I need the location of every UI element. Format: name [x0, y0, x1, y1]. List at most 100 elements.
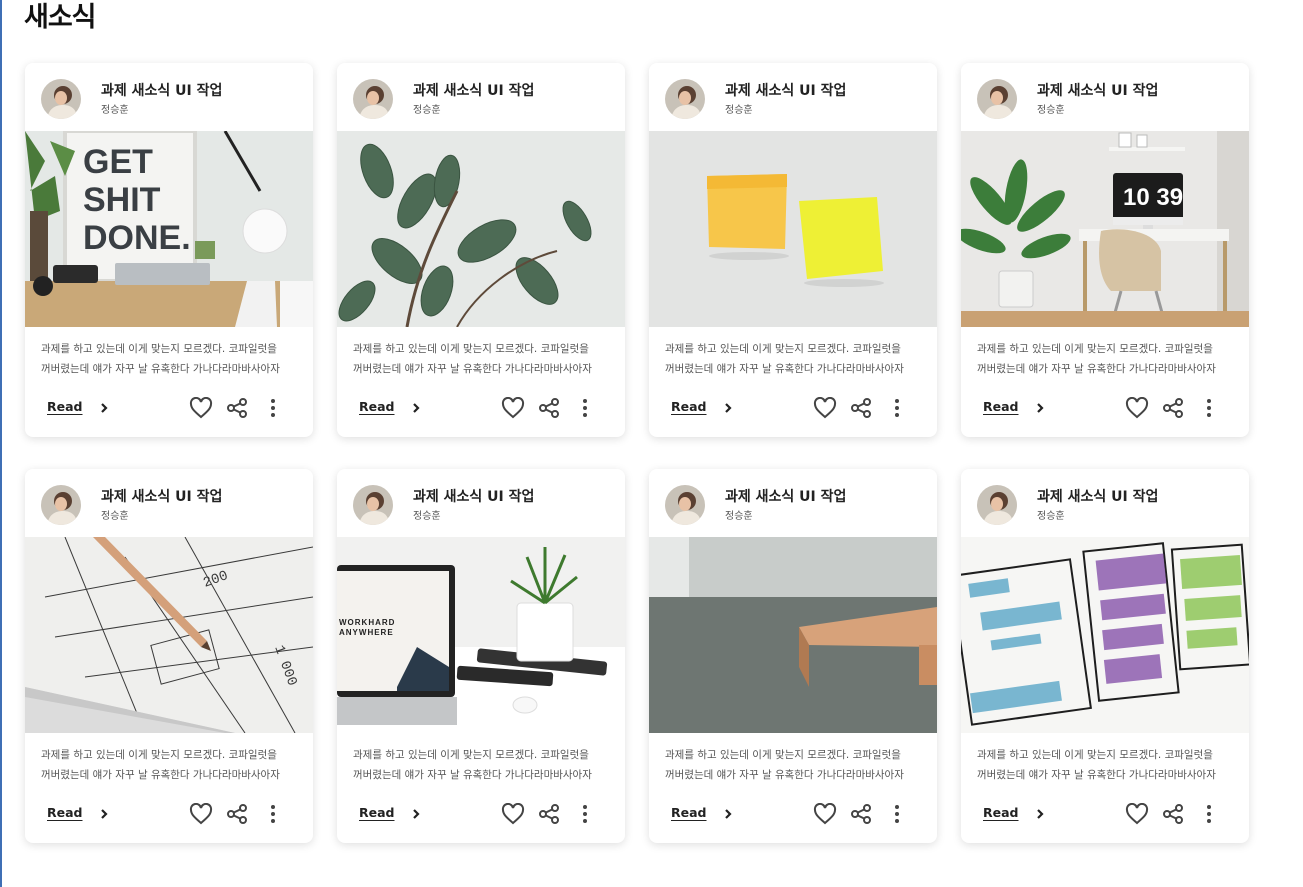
- read-button[interactable]: Read: [47, 805, 83, 820]
- news-card: 과제 새소식 UI 작업 정승훈 200 1 000 과제를 하고 있는데 이게…: [25, 469, 313, 843]
- card-header: 과제 새소식 UI 작업 정승훈: [25, 63, 313, 131]
- chevron-right-icon[interactable]: [1035, 400, 1045, 414]
- heart-icon[interactable]: [188, 395, 214, 421]
- card-title[interactable]: 과제 새소식 UI 작업: [413, 486, 534, 506]
- card-title[interactable]: 과제 새소식 UI 작업: [1037, 486, 1158, 506]
- share-icon[interactable]: [224, 801, 250, 827]
- share-icon[interactable]: [536, 801, 562, 827]
- chevron-right-icon[interactable]: [723, 400, 733, 414]
- chevron-right-icon[interactable]: [99, 400, 109, 414]
- card-description: 과제를 하고 있는데 이게 맞는지 모르겠다. 코파일럿을 꺼버렸는데 얘가 자…: [961, 733, 1249, 791]
- share-icon[interactable]: [848, 801, 874, 827]
- card-author: 정승훈: [725, 511, 753, 522]
- card-header: 과제 새소식 UI 작업 정승훈: [649, 63, 937, 131]
- card-image[interactable]: [337, 131, 625, 327]
- card-title[interactable]: 과제 새소식 UI 작업: [413, 80, 534, 100]
- read-button[interactable]: Read: [983, 399, 1019, 414]
- avatar[interactable]: [353, 485, 393, 525]
- avatar[interactable]: [665, 79, 705, 119]
- card-author: 정승훈: [413, 511, 441, 522]
- card-image[interactable]: 10 39: [961, 131, 1249, 327]
- read-button[interactable]: Read: [983, 805, 1019, 820]
- news-card: 과제 새소식 UI 작업 정승훈 과제를 하고 있는데 이게 맞는지 모르겠다.…: [649, 63, 937, 437]
- card-author: 정승훈: [1037, 511, 1065, 522]
- chevron-right-icon[interactable]: [411, 400, 421, 414]
- card-title[interactable]: 과제 새소식 UI 작업: [1037, 80, 1158, 100]
- card-description-line-1: 과제를 하고 있는데 이게 맞는지 모르겠다. 코파일럿을: [41, 749, 277, 761]
- chevron-right-icon[interactable]: [99, 806, 109, 820]
- heart-icon[interactable]: [1124, 395, 1150, 421]
- card-title[interactable]: 과제 새소식 UI 작업: [725, 486, 846, 506]
- read-button[interactable]: Read: [671, 399, 707, 414]
- share-icon[interactable]: [1160, 801, 1186, 827]
- card-description: 과제를 하고 있는데 이게 맞는지 모르겠다. 코파일럿을 꺼버렸는데 얘가 자…: [25, 327, 313, 385]
- card-image[interactable]: 200 1 000: [25, 537, 313, 733]
- poster-text-1: GET: [83, 143, 153, 181]
- more-vert-icon[interactable]: [1196, 395, 1222, 421]
- card-description-line-2: 꺼버렸는데 얘가 자꾸 날 유혹한다 가나다라마바사아자: [353, 363, 592, 375]
- chevron-right-icon[interactable]: [1035, 806, 1045, 820]
- avatar[interactable]: [977, 79, 1017, 119]
- card-description-line-1: 과제를 하고 있는데 이게 맞는지 모르겠다. 코파일럿을: [353, 343, 589, 355]
- more-vert-icon[interactable]: [572, 801, 598, 827]
- card-author: 정승훈: [725, 105, 753, 116]
- avatar[interactable]: [41, 485, 81, 525]
- avatar[interactable]: [665, 485, 705, 525]
- share-icon[interactable]: [536, 395, 562, 421]
- card-description-line-2: 꺼버렸는데 얘가 자꾸 날 유혹한다 가나다라마바사아자: [665, 769, 904, 781]
- share-icon[interactable]: [1160, 395, 1186, 421]
- card-header: 과제 새소식 UI 작업 정승훈: [25, 469, 313, 537]
- card-description-line-2: 꺼버렸는데 얘가 자꾸 날 유혹한다 가나다라마바사아자: [977, 363, 1216, 375]
- card-title[interactable]: 과제 새소식 UI 작업: [725, 80, 846, 100]
- card-image[interactable]: GET SHIT DONE.: [25, 131, 313, 327]
- card-header: 과제 새소식 UI 작업 정승훈: [961, 63, 1249, 131]
- card-actions: Read: [649, 791, 937, 843]
- card-author: 정승훈: [101, 105, 129, 116]
- card-actions: Read: [337, 791, 625, 843]
- chevron-right-icon[interactable]: [411, 806, 421, 820]
- card-image[interactable]: [649, 537, 937, 733]
- card-description-line-2: 꺼버렸는데 얘가 자꾸 날 유혹한다 가나다라마바사아자: [41, 769, 280, 781]
- avatar[interactable]: [353, 79, 393, 119]
- card-header: 과제 새소식 UI 작업 정승훈: [337, 469, 625, 537]
- heart-icon[interactable]: [812, 801, 838, 827]
- heart-icon[interactable]: [500, 395, 526, 421]
- chevron-right-icon[interactable]: [723, 806, 733, 820]
- card-description: 과제를 하고 있는데 이게 맞는지 모르겠다. 코파일럿을 꺼버렸는데 얘가 자…: [337, 327, 625, 385]
- news-card: 과제 새소식 UI 작업 정승훈 WORKHARD ANYWHERE 과제를 하…: [337, 469, 625, 843]
- card-description: 과제를 하고 있는데 이게 맞는지 모르겠다. 코파일럿을 꺼버렸는데 얘가 자…: [649, 733, 937, 791]
- read-button[interactable]: Read: [47, 399, 83, 414]
- heart-icon[interactable]: [1124, 801, 1150, 827]
- heart-icon[interactable]: [500, 801, 526, 827]
- heart-icon[interactable]: [812, 395, 838, 421]
- avatar[interactable]: [977, 485, 1017, 525]
- card-header: 과제 새소식 UI 작업 정승훈: [337, 63, 625, 131]
- read-button[interactable]: Read: [359, 805, 395, 820]
- card-image[interactable]: WORKHARD ANYWHERE: [337, 537, 625, 733]
- clock-text: 10 39: [1123, 184, 1183, 211]
- heart-icon[interactable]: [188, 801, 214, 827]
- more-vert-icon[interactable]: [884, 801, 910, 827]
- card-description-line-1: 과제를 하고 있는데 이게 맞는지 모르겠다. 코파일럿을: [665, 749, 901, 761]
- laptop-text-2: ANYWHERE: [339, 628, 394, 637]
- share-icon[interactable]: [224, 395, 250, 421]
- more-vert-icon[interactable]: [260, 801, 286, 827]
- card-description: 과제를 하고 있는데 이게 맞는지 모르겠다. 코파일럿을 꺼버렸는데 얘가 자…: [961, 327, 1249, 385]
- more-vert-icon[interactable]: [884, 395, 910, 421]
- card-description-line-2: 꺼버렸는데 얘가 자꾸 날 유혹한다 가나다라마바사아자: [41, 363, 280, 375]
- card-title[interactable]: 과제 새소식 UI 작업: [101, 80, 222, 100]
- card-image[interactable]: [961, 537, 1249, 733]
- read-button[interactable]: Read: [671, 805, 707, 820]
- avatar[interactable]: [41, 79, 81, 119]
- more-vert-icon[interactable]: [1196, 801, 1222, 827]
- card-image[interactable]: [649, 131, 937, 327]
- card-description-line-1: 과제를 하고 있는데 이게 맞는지 모르겠다. 코파일럿을: [977, 343, 1213, 355]
- card-description-line-2: 꺼버렸는데 얘가 자꾸 날 유혹한다 가나다라마바사아자: [665, 363, 904, 375]
- card-header: 과제 새소식 UI 작업 정승훈: [961, 469, 1249, 537]
- more-vert-icon[interactable]: [260, 395, 286, 421]
- card-title[interactable]: 과제 새소식 UI 작업: [101, 486, 222, 506]
- share-icon[interactable]: [848, 395, 874, 421]
- read-button[interactable]: Read: [359, 399, 395, 414]
- more-vert-icon[interactable]: [572, 395, 598, 421]
- card-description-line-1: 과제를 하고 있는데 이게 맞는지 모르겠다. 코파일럿을: [353, 749, 589, 761]
